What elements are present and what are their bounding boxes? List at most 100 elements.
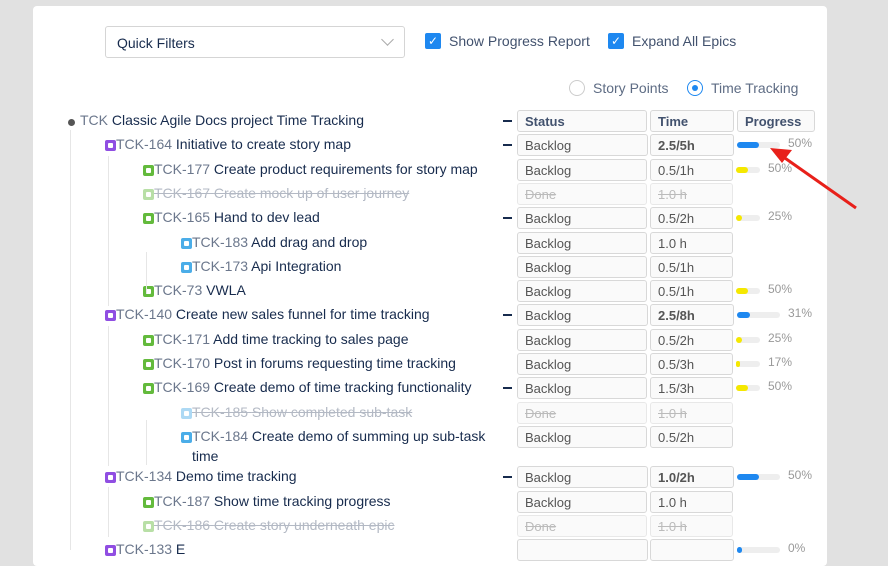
collapse-button[interactable]	[503, 144, 512, 146]
issue-link[interactable]: TCK-165 Hand to dev lead	[154, 209, 320, 225]
time-field[interactable]: 1.0 h	[650, 232, 733, 254]
progress-bar	[736, 361, 760, 367]
chevron-down-icon	[381, 33, 394, 46]
show-progress-checkbox[interactable]: ✓ Show Progress Report	[425, 33, 590, 49]
time-field[interactable]: 1.0 h	[650, 491, 733, 513]
issue-link[interactable]: TCK-184 Create demo of summing up sub-ta…	[192, 428, 485, 444]
issue-link[interactable]: TCK-173 Api Integration	[192, 258, 341, 274]
time-field[interactable]: 0.5/2h	[650, 426, 733, 448]
time-field[interactable]: 0.5/3h	[650, 353, 733, 375]
progress-bar	[736, 215, 760, 221]
progress-bar	[737, 142, 780, 148]
subtask-icon	[181, 238, 192, 249]
time-field[interactable]: 0.5/1h	[650, 159, 733, 181]
progress-bar	[737, 312, 780, 318]
status-field[interactable]: Backlog	[517, 304, 648, 326]
issue-link[interactable]: TCK-177 Create product requirements for …	[154, 161, 478, 177]
story-points-radio[interactable]: Story Points	[569, 80, 668, 96]
table-row: TCK-187 Show time tracking progress Backl…	[33, 491, 827, 515]
status-field[interactable]: Done	[517, 183, 647, 205]
radio-selected-icon	[687, 80, 703, 96]
tree-guide-line	[108, 326, 109, 466]
progress-percent: 17%	[768, 355, 793, 369]
issue-link[interactable]: TCK-169 Create demo of time tracking fun…	[154, 379, 472, 395]
time-field[interactable]: 1.0 h	[650, 183, 733, 205]
status-field[interactable]: Backlog	[517, 207, 647, 229]
status-field[interactable]: Backlog	[517, 256, 647, 278]
status-field[interactable]: Backlog	[517, 353, 647, 375]
issue-link[interactable]: TCK-185 Show completed sub-task	[192, 404, 412, 420]
expand-epics-checkbox[interactable]: ✓ Expand All Epics	[608, 33, 736, 49]
time-field[interactable]: 1.0/2h	[650, 466, 734, 488]
status-field[interactable]: Backlog	[517, 426, 647, 448]
story-icon	[143, 383, 154, 394]
progress-bar	[737, 547, 780, 553]
issue-link[interactable]: TCK-186 Create story underneath epic	[154, 517, 394, 533]
status-field[interactable]: Backlog	[517, 377, 647, 399]
issue-link[interactable]: TCK-134 Demo time tracking	[116, 468, 297, 484]
subtask-icon	[181, 408, 192, 419]
table-row: TCK-185 Show completed sub-task Done 1.0 …	[33, 402, 827, 426]
root-row: TCK Classic Agile Docs project Time Trac…	[33, 110, 827, 134]
time-field[interactable]: 1.0 h	[650, 515, 733, 537]
status-field[interactable]: Backlog	[517, 466, 648, 488]
progress-bar	[736, 167, 760, 173]
table-row: TCK-173 Api Integration Backlog 0.5/1h	[33, 256, 827, 280]
time-field[interactable]: 0.5/2h	[650, 207, 733, 229]
collapse-button[interactable]	[503, 387, 512, 389]
progress-percent: 50%	[768, 379, 793, 393]
time-field[interactable]: 0.5/1h	[650, 256, 733, 278]
status-field[interactable]: Done	[517, 515, 647, 537]
subtask-icon	[181, 262, 192, 273]
time-column-header: Time	[650, 110, 734, 132]
time-field[interactable]: 1.5/3h	[650, 377, 733, 399]
status-field[interactable]: Backlog	[517, 232, 647, 254]
issue-link[interactable]: TCK-170 Post in forums requesting time t…	[154, 355, 456, 371]
table-row: TCK-73 VWLA Backlog 0.5/1h 50%	[33, 280, 827, 304]
epic-icon	[105, 310, 116, 321]
collapse-button[interactable]	[503, 476, 512, 478]
table-row: TCK-169 Create demo of time tracking fun…	[33, 377, 827, 401]
issue-link[interactable]: TCK-187 Show time tracking progress	[154, 493, 391, 509]
progress-percent: 50%	[788, 468, 813, 482]
time-field[interactable]: 1.0 h	[650, 402, 733, 424]
issue-link[interactable]: TCK-140 Create new sales funnel for time…	[116, 306, 430, 322]
time-field[interactable]	[650, 539, 734, 561]
collapse-button[interactable]	[503, 120, 512, 122]
issue-link[interactable]: TCK-171 Add time tracking to sales page	[154, 331, 409, 347]
issue-link[interactable]: TCK-183 Add drag and drop	[192, 234, 367, 250]
table-row: TCK-133 E 0%	[33, 539, 827, 563]
tree-guide-line	[70, 130, 71, 550]
status-field[interactable]: Backlog	[517, 491, 647, 513]
time-field[interactable]: 0.5/2h	[650, 329, 733, 351]
story-icon	[143, 359, 154, 370]
time-tracking-radio[interactable]: Time Tracking	[687, 80, 798, 96]
progress-column-header: Progress	[737, 110, 815, 132]
status-field[interactable]: Backlog	[517, 329, 647, 351]
time-tracking-label: Time Tracking	[711, 80, 799, 96]
collapse-button[interactable]	[503, 217, 512, 219]
time-field[interactable]: 0.5/1h	[650, 280, 733, 302]
story-icon	[143, 165, 154, 176]
status-field[interactable]: Backlog	[517, 280, 647, 302]
status-field[interactable]: Done	[517, 402, 647, 424]
issue-link[interactable]: TCK-164 Initiative to create story map	[116, 136, 351, 152]
issue-link[interactable]: TCK-133 E	[116, 541, 185, 557]
quick-filters-dropdown[interactable]: Quick Filters	[105, 26, 405, 58]
status-field[interactable]: Backlog	[517, 159, 647, 181]
table-row: TCK-184 Create demo of summing up sub-ta…	[33, 426, 827, 464]
issue-link[interactable]: TCK-73 VWLA	[154, 282, 246, 298]
time-field[interactable]: 2.5/5h	[650, 134, 734, 156]
progress-percent: 50%	[768, 282, 793, 296]
bullet-icon	[68, 119, 75, 126]
story-icon	[143, 213, 154, 224]
status-field[interactable]: Backlog	[517, 134, 648, 156]
issue-link[interactable]: TCK-167 Create mock up of user journey	[154, 185, 409, 201]
table-row: TCK-165 Hand to dev lead Backlog 0.5/2h 2…	[33, 207, 827, 231]
story-icon	[143, 335, 154, 346]
time-field[interactable]: 2.5/8h	[650, 304, 734, 326]
collapse-button[interactable]	[503, 314, 512, 316]
status-field[interactable]	[517, 539, 648, 561]
quick-filters-label: Quick Filters	[117, 35, 195, 51]
checkmark-icon: ✓	[425, 33, 441, 49]
